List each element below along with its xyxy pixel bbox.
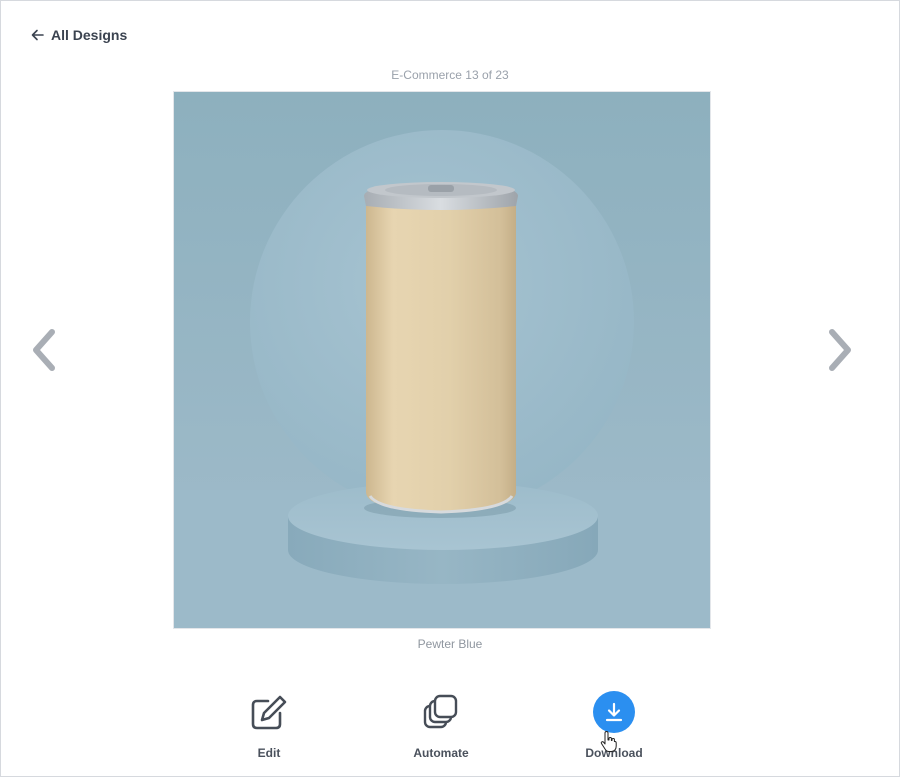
chevron-left-icon <box>33 329 55 371</box>
edit-button[interactable]: Edit <box>209 690 329 760</box>
edit-label: Edit <box>257 746 281 760</box>
design-counter: E-Commerce 13 of 23 <box>391 68 509 82</box>
download-button[interactable]: Download <box>554 690 674 760</box>
next-design-button[interactable] <box>820 322 860 378</box>
download-icon-circle <box>593 691 635 733</box>
chevron-right-icon <box>829 329 851 371</box>
pencil-edit-icon <box>251 695 287 730</box>
action-bar: Edit Automate Download <box>0 690 900 770</box>
product-mockup-illustration <box>174 92 710 628</box>
download-label: Download <box>585 746 643 760</box>
previous-design-button[interactable] <box>24 322 64 378</box>
stacked-layers-icon <box>423 694 458 729</box>
design-name-caption: Pewter Blue <box>417 637 483 651</box>
all-designs-back-link[interactable]: All Designs <box>31 27 127 43</box>
automate-icon-wrap <box>419 690 463 734</box>
automate-label: Automate <box>413 746 469 760</box>
back-link-label: All Designs <box>51 27 128 43</box>
design-preview-image <box>173 91 711 629</box>
download-icon-wrap <box>592 690 636 734</box>
download-icon <box>605 702 623 722</box>
edit-icon-wrap <box>247 690 291 734</box>
automate-button[interactable]: Automate <box>381 690 501 760</box>
arrow-left-icon <box>31 29 44 41</box>
